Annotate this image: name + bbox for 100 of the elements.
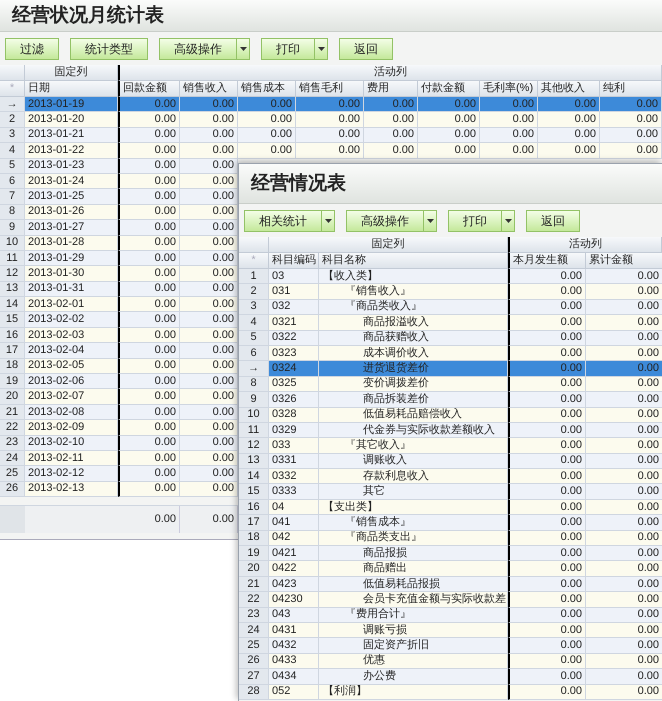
table-row[interactable]: 11 2013-01-29 0.00 0.00	[0, 250, 238, 266]
table-row[interactable]: 4 2013-01-22 0.00 0.00 0.00 0.00 0.00 0.00 0.00 0.00 0.00	[0, 143, 662, 159]
table-row[interactable]: 1 03 【收入类】 0.00 0.00	[239, 269, 662, 284]
row-number: 21	[0, 404, 25, 420]
row-number: 9	[239, 392, 269, 408]
table-row[interactable]: 6 2013-01-24 0.00 0.00	[0, 174, 238, 190]
column-header[interactable]: 付款金额	[418, 81, 480, 97]
column-header[interactable]: 纯利	[600, 81, 662, 97]
row-number: 15	[239, 484, 269, 500]
table-row[interactable]: 27 0434 办公费 0.00 0.00	[239, 669, 662, 685]
table-row[interactable]: 13 0331 调账收入 0.00 0.00	[239, 454, 662, 470]
table-row[interactable]: 14 0332 存款利息收入 0.00 0.00	[239, 469, 662, 484]
table-row[interactable]: 28 052 【利润】 0.00 0.00	[239, 684, 662, 700]
table-row[interactable]: 12 2013-01-30 0.00 0.00	[0, 266, 238, 282]
column-header[interactable]: 销售收入	[180, 81, 238, 97]
table-row[interactable]: 25 2013-02-12 0.00 0.00	[0, 466, 238, 482]
table-row[interactable]: 4 0321 商品报溢收入 0.00 0.00	[239, 315, 662, 331]
row-number: 24	[239, 622, 269, 638]
toolbar-button[interactable]: 返回	[526, 210, 580, 232]
row-number: 25	[239, 638, 269, 654]
corner-marker: *	[0, 81, 25, 97]
column-header[interactable]: 科目名称	[319, 253, 508, 269]
column-header[interactable]: 毛利率(%)	[480, 81, 538, 97]
table-row[interactable]: 23 043 『费用合计』 0.00 0.00	[239, 608, 662, 623]
column-header[interactable]: 销售毛利	[296, 81, 364, 97]
table-row[interactable]: 7 2013-01-25 0.00 0.00	[0, 189, 238, 205]
toolbar-button[interactable]: 统计类型	[70, 38, 148, 60]
caret-icon	[504, 218, 512, 222]
table-row[interactable]: 3 032 『商品类收入』 0.00 0.00	[239, 300, 662, 316]
table-row[interactable]: 25 0432 固定资产折旧 0.00 0.00	[239, 638, 662, 654]
caret-icon	[240, 46, 246, 50]
dropdown-button[interactable]	[314, 38, 328, 60]
table-row[interactable]: 26 0433 优惠 0.00 0.00	[239, 654, 662, 670]
toolbar-button[interactable]: 过滤	[5, 38, 59, 60]
table-cell: 0.00	[480, 143, 538, 159]
table-row[interactable]: 16 04 【支出类】 0.00 0.00	[239, 500, 662, 516]
column-header[interactable]: 销售成本	[238, 81, 296, 97]
dropdown-button[interactable]	[501, 210, 515, 232]
column-header[interactable]: 累计金额	[586, 253, 662, 269]
table-row[interactable]: 14 2013-02-01 0.00 0.00	[0, 297, 238, 312]
table-row[interactable]: 6 0323 成本调价收入 0.00 0.00	[239, 346, 662, 362]
toolbar-button[interactable]: 打印	[448, 210, 501, 232]
table-row[interactable]: 3 2013-01-21 0.00 0.00 0.00 0.00 0.00 0.00 0.00 0.00 0.00	[0, 128, 662, 144]
column-header[interactable]: 日期	[25, 81, 118, 97]
table-row[interactable]: 20 2013-02-07 0.00 0.00	[0, 389, 238, 405]
table-row[interactable]: 13 2013-01-31 0.00 0.00	[0, 282, 238, 298]
row-number: 17	[239, 515, 269, 531]
table-row[interactable]: 8 2013-01-26 0.00 0.00	[0, 204, 238, 220]
table-row[interactable]: 5 0322 商品获赠收入 0.00 0.00	[239, 330, 662, 346]
dropdown-button[interactable]	[423, 210, 437, 232]
table-row[interactable]: 10 2013-01-28 0.00 0.00	[0, 236, 238, 251]
toolbar-button[interactable]: 高级操作	[159, 38, 236, 60]
row-number: 19	[0, 374, 25, 390]
table-row[interactable]: 22 04230 会员卡充值金额与实际收款差 0.00 0.00	[239, 592, 662, 608]
table-row[interactable]: 22 2013-02-09 0.00 0.00	[0, 420, 238, 436]
column-header[interactable]: 本月发生额	[508, 253, 586, 269]
toolbar-button[interactable]: 返回	[339, 38, 393, 60]
table-cell: 【利润】	[319, 684, 508, 700]
table-row[interactable]: 10 0328 低值易耗品赔偿收入 0.00 0.00	[239, 408, 662, 423]
column-header[interactable]: 回款金额	[118, 81, 180, 97]
column-header[interactable]: 费用	[364, 81, 418, 97]
table-row[interactable]: 20 0422 商品赠出 0.00 0.00	[239, 561, 662, 577]
table-row[interactable]: 24 2013-02-11 0.00 0.00	[0, 450, 238, 466]
row-number: 18	[0, 358, 25, 374]
column-header[interactable]: 其他收入	[538, 81, 600, 97]
toolbar-button[interactable]: 相关统计	[244, 210, 321, 232]
table-row[interactable]: 16 2013-02-03 0.00 0.00	[0, 328, 238, 344]
table-row[interactable]: 2 2013-01-20 0.00 0.00 0.00 0.00 0.00 0.00 0.00 0.00 0.00	[0, 112, 662, 128]
table-row[interactable]: 15 2013-02-02 0.00 0.00	[0, 312, 238, 328]
table-cell: 0.00	[118, 482, 180, 498]
table-row[interactable]: 23 2013-02-10 0.00 0.00	[0, 436, 238, 451]
table-row[interactable]: 12 033 『其它收入』 0.00 0.00	[239, 438, 662, 454]
table-row[interactable]: 17 041 『销售成本』 0.00 0.00	[239, 515, 662, 531]
row-number: 9	[0, 220, 25, 236]
table-row[interactable]: 8 0325 变价调拨差价 0.00 0.00	[239, 376, 662, 392]
table-row[interactable]: 26 2013-02-13 0.00 0.00	[0, 482, 238, 498]
table-row[interactable]: 24 0431 调账亏损 0.00 0.00	[239, 622, 662, 638]
table-row[interactable]: 18 042 『商品类支出』 0.00 0.00	[239, 530, 662, 546]
table-row[interactable]: 17 2013-02-04 0.00 0.00	[0, 343, 238, 359]
dropdown-button[interactable]	[236, 38, 250, 60]
table-row[interactable]: 11 0329 代金券与实际收款差额收入 0.00 0.00	[239, 422, 662, 438]
table-cell: 2013-02-13	[25, 482, 118, 498]
toolbar-button[interactable]: 高级操作	[346, 210, 423, 232]
table-row[interactable]: 15 0333 其它 0.00 0.00	[239, 484, 662, 500]
table-row[interactable]: 5 2013-01-23 0.00 0.00	[0, 158, 238, 174]
table-row[interactable]: 21 2013-02-08 0.00 0.00	[0, 404, 238, 420]
table-row[interactable]: 9 2013-01-27 0.00 0.00	[0, 220, 238, 236]
dropdown-button[interactable]	[321, 210, 335, 232]
table-row[interactable]: 19 0421 商品报损 0.00 0.00	[239, 546, 662, 562]
corner-marker: *	[239, 253, 269, 269]
toolbar-button[interactable]: 打印	[261, 38, 314, 60]
table-row[interactable]: 9 0326 商品拆装差价 0.00 0.00	[239, 392, 662, 408]
table-row[interactable]: 18 2013-02-05 0.00 0.00	[0, 358, 238, 374]
table-row[interactable]: 19 2013-02-06 0.00 0.00	[0, 374, 238, 390]
table-row[interactable]: 2 031 『销售收入』 0.00 0.00	[239, 284, 662, 300]
row-number: 23	[239, 608, 269, 623]
column-header[interactable]: 科目编码	[269, 253, 319, 269]
table-row[interactable]: → 0324 进货退货差价 0.00 0.00	[239, 361, 662, 377]
table-row[interactable]: → 2013-01-19 0.00 0.00 0.00 0.00 0.00 0.00 0.00 0.00 0.00	[0, 97, 662, 112]
table-row[interactable]: 21 0423 低值易耗品报损 0.00 0.00	[239, 576, 662, 592]
